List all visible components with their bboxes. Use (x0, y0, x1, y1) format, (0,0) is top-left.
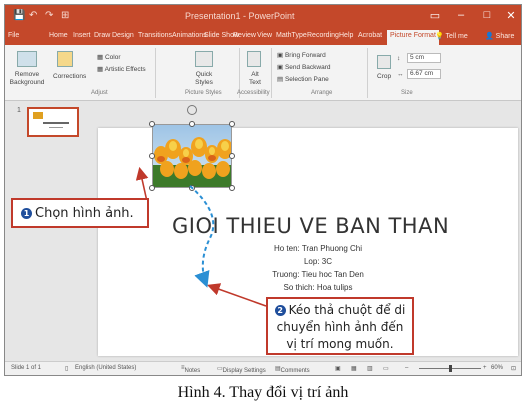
callout-step-2: 2 Kéo thả chuột để di chuyển hình ảnh đến… (266, 297, 414, 355)
step-1-text: Chọn hình ảnh. (35, 206, 134, 221)
step-2-badge: 2 (274, 305, 286, 316)
step-1-badge: 1 (21, 208, 32, 219)
figure-caption: Hình 4. Thay đổi vị trí ảnh (177, 384, 349, 401)
drag-path-arrow (189, 185, 215, 288)
callout-step-1: 1 Chọn hình ảnh. (11, 198, 149, 228)
callout2-pointer (206, 283, 267, 307)
step-2-text: Kéo thả chuột để di chuyển hình ảnh đến … (276, 303, 406, 351)
